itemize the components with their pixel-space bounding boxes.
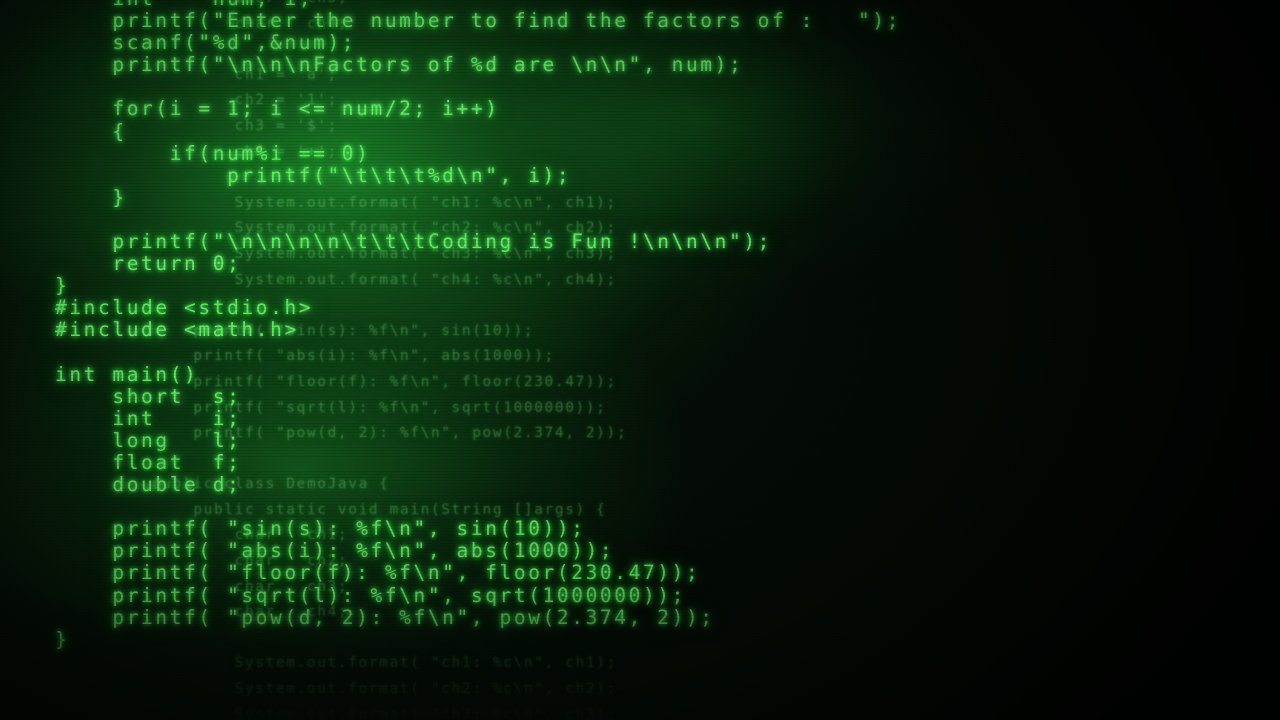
foreground-code-block: int num, i; printf("Enter the number to … bbox=[55, 0, 902, 651]
bottom-edge-falloff bbox=[0, 590, 1280, 720]
right-edge-falloff bbox=[980, 0, 1280, 720]
ambient-glow-primary bbox=[0, 0, 1280, 720]
scanline-overlay bbox=[0, 0, 1280, 720]
background-code-block: char ch3; char ch4; ch1 = 'a'; ch2 = '1'… bbox=[152, 0, 628, 720]
ambient-glow-secondary bbox=[0, 0, 1280, 720]
ambient-glow-tertiary bbox=[0, 0, 1280, 720]
screen-vignette bbox=[0, 0, 1280, 720]
code-screen: char ch3; char ch4; ch1 = 'a'; ch2 = '1'… bbox=[0, 0, 1280, 720]
